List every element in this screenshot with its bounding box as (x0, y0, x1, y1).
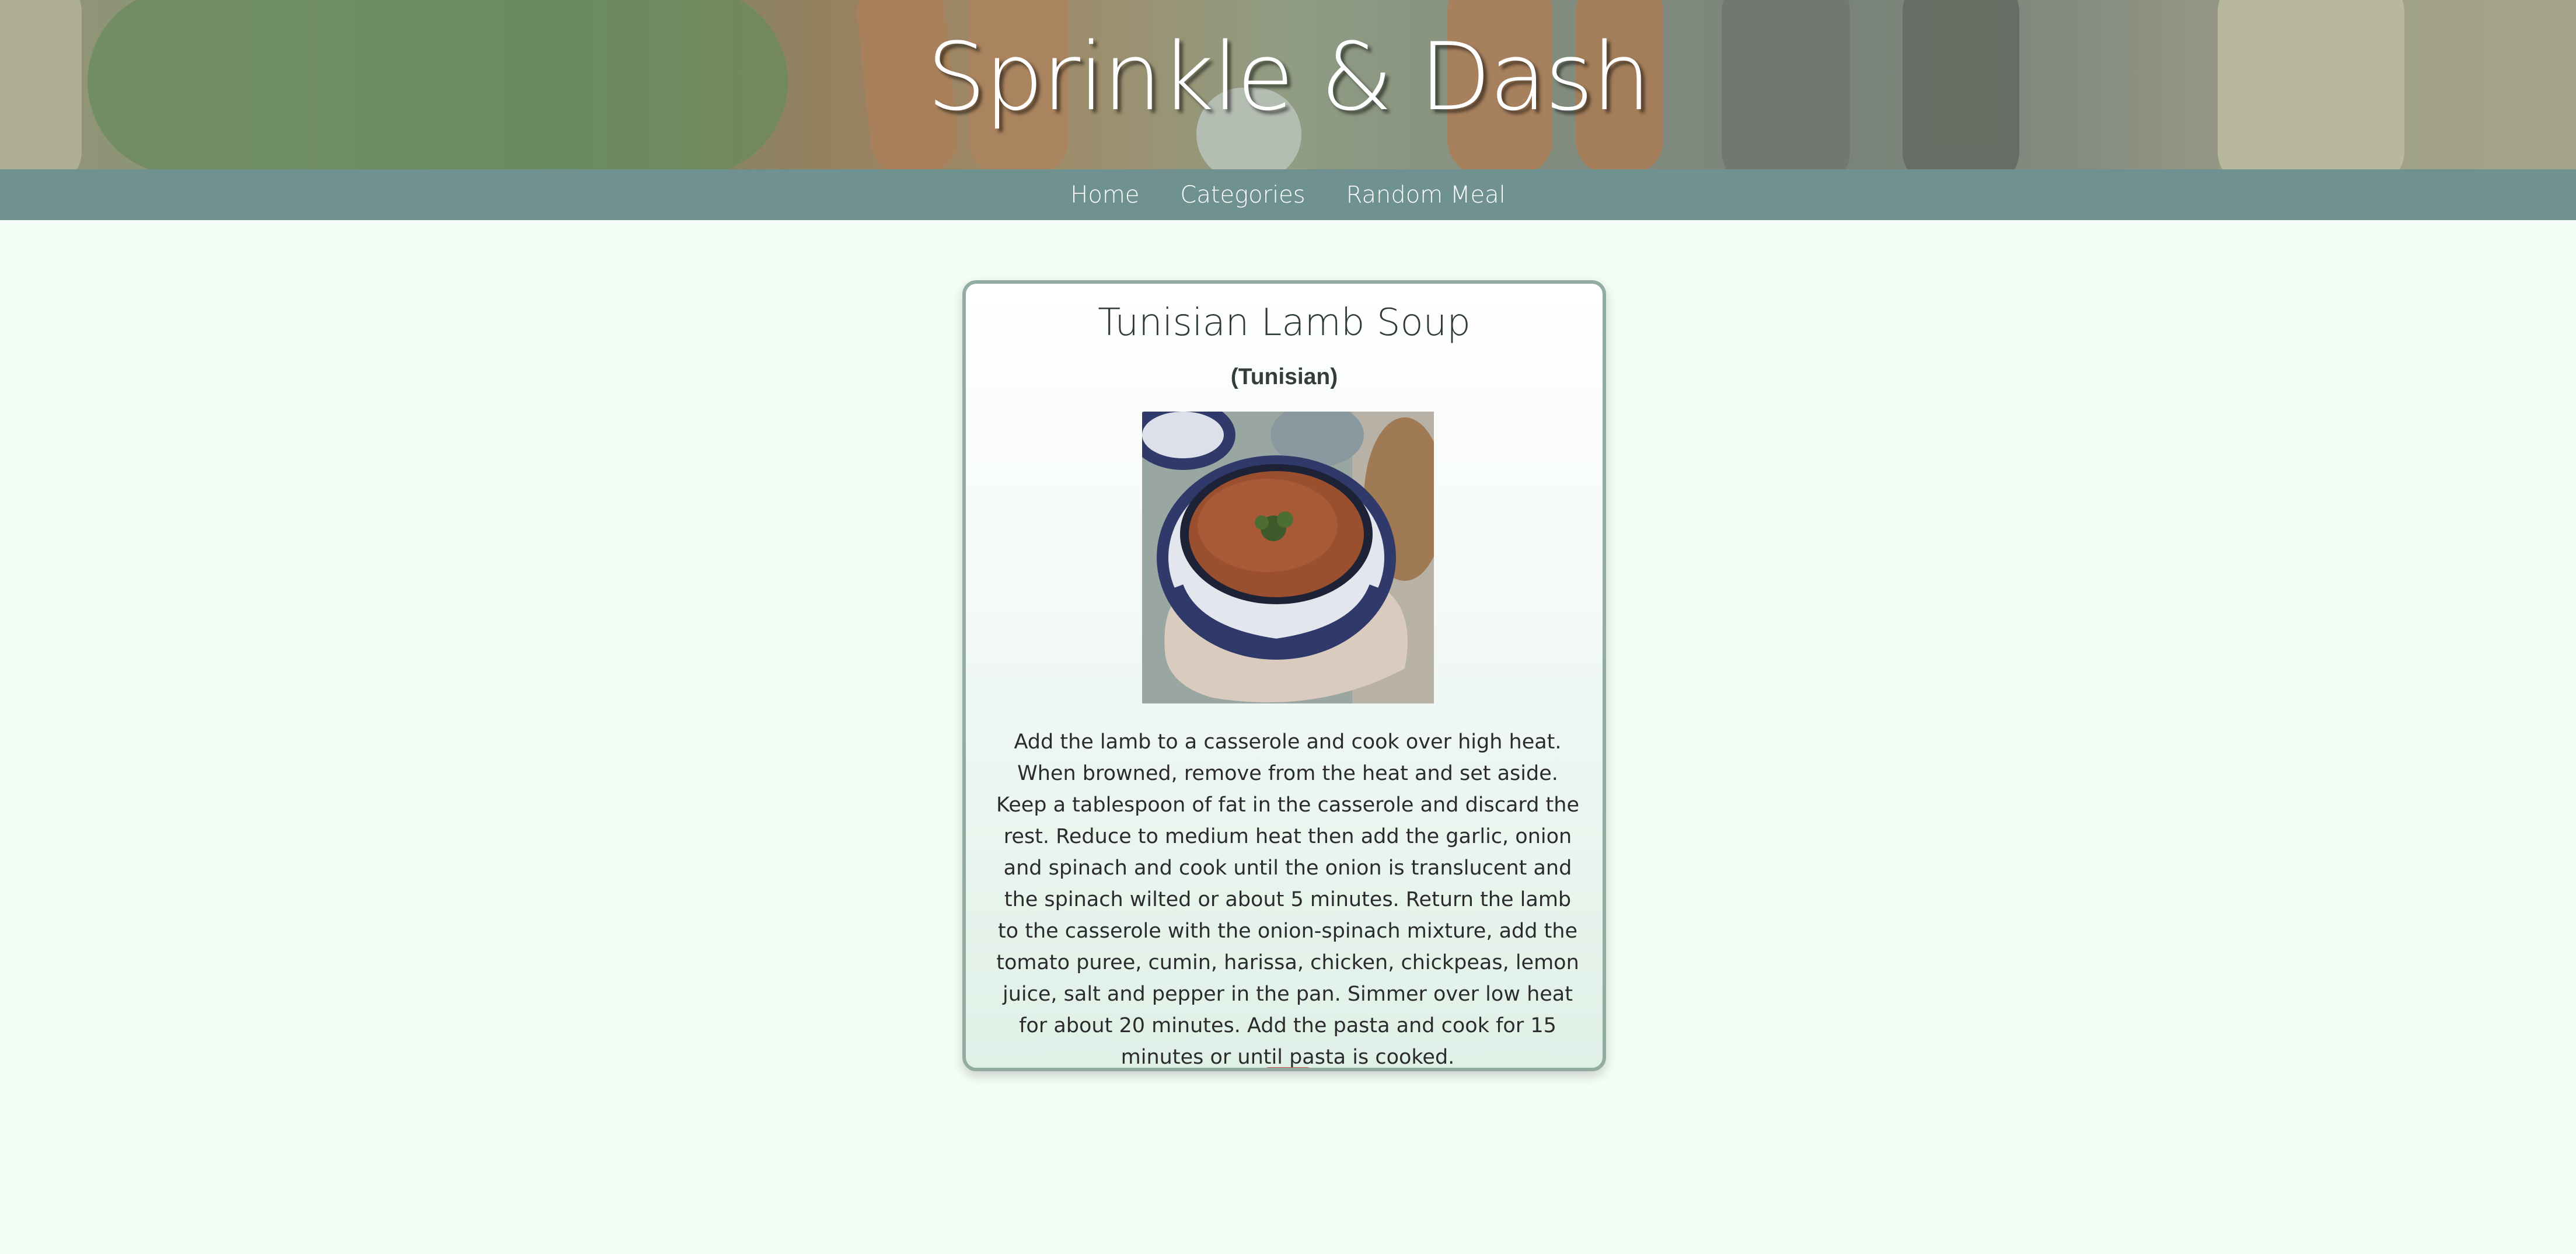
meal-instructions: Add the lamb to a casserole and cook ove… (996, 730, 1579, 1069)
header-banner: Sprinkle & Dash (0, 0, 2576, 169)
meal-area: (Tunisian) (1230, 364, 1338, 389)
soup-bowl-illustration (1142, 412, 1434, 703)
meal-card: Tunisian Lamb Soup (Tunisian) Add the la… (962, 280, 1606, 1071)
nav-random-meal-link[interactable]: Random Meal (1346, 182, 1506, 208)
meal-title: Tunisian Lamb Soup (1098, 301, 1471, 344)
meal-image (1142, 412, 1434, 703)
watch-video-button[interactable] (1260, 1067, 1316, 1068)
nav-categories-link[interactable]: Categories (1180, 182, 1305, 208)
main-nav: Home Categories Random Meal (0, 169, 2576, 220)
site-title: Sprinkle & Dash (927, 22, 1651, 131)
nav-home-link[interactable]: Home (1070, 182, 1139, 208)
